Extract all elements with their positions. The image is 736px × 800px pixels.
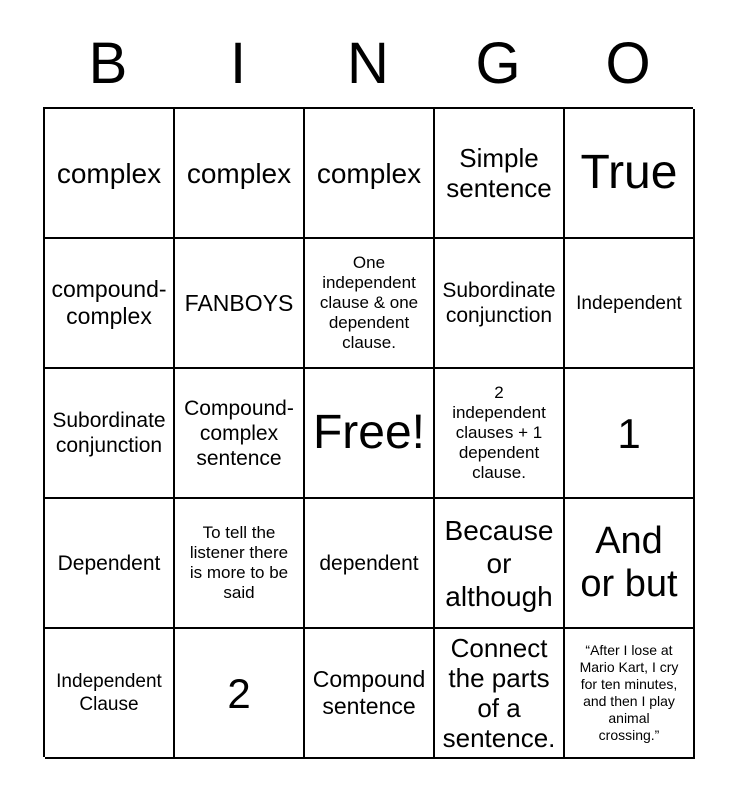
bingo-cell-label: Simple sentence [446,143,552,203]
bingo-cell-label: 2 [227,669,251,717]
bingo-cell[interactable]: Subordinate conjunction [45,369,175,499]
bingo-cell-label: “After I lose at Mario Kart, I cry for t… [579,642,679,743]
bingo-cell[interactable]: Dependent [45,499,175,629]
bingo-cell[interactable]: Because or although [435,499,565,629]
bingo-cell[interactable]: Compound- complex sentence [175,369,305,499]
bingo-cell[interactable]: FANBOYS [175,239,305,369]
bingo-cell[interactable]: compound- complex [45,239,175,369]
bingo-header-letter-n: N [347,31,389,96]
bingo-cell-label: Subordinate conjunction [52,409,166,457]
bingo-cell[interactable]: Subordinate conjunction [435,239,565,369]
bingo-header-letter-b: B [88,31,128,96]
bingo-cell-label: Compound sentence [312,666,426,719]
bingo-cell[interactable]: “After I lose at Mario Kart, I cry for t… [565,629,695,759]
bingo-cell-label: Connect the parts of a sentence. [442,633,556,753]
bingo-cell-label: Independent [576,292,682,314]
bingo-free-space-label: Free! [312,406,426,459]
bingo-header-letter-i: I [229,31,247,96]
bingo-cell[interactable]: complex [175,109,305,239]
bingo-cell[interactable]: One independent clause & one dependent c… [305,239,435,369]
bingo-cell[interactable]: To tell the listener there is more to be… [175,499,305,629]
bingo-cell-label: complex [316,157,422,189]
bingo-cell[interactable]: 1 [565,369,695,499]
bingo-header-letter-g: G [475,31,521,96]
bingo-cell[interactable]: complex [305,109,435,239]
bingo-cell[interactable]: Connect the parts of a sentence. [435,629,565,759]
bingo-cell-label: complex [186,157,292,189]
bingo-cell[interactable]: Independent Clause [45,629,175,759]
bingo-cell-label: Compound- complex sentence [184,396,294,470]
bingo-cell-label: Because or although [444,514,554,612]
bingo-cell[interactable]: 2 [175,629,305,759]
bingo-cell-label: One independent clause & one dependent c… [319,253,419,352]
bingo-cell-label: Subordinate conjunction [442,279,556,327]
bingo-cell[interactable]: complex [45,109,175,239]
bingo-grid: complex complex complex Simple sentence … [43,107,695,759]
bingo-cell[interactable]: Simple sentence [435,109,565,239]
bingo-cell-free-space[interactable]: Free! [305,369,435,499]
bingo-header-letter-o: O [605,31,651,96]
bingo-cell[interactable]: Compound sentence [305,629,435,759]
bingo-cell[interactable]: 2 independent clauses + 1 dependent clau… [435,369,565,499]
bingo-cell-label: Independent Clause [56,671,162,715]
bingo-cell-label: And or but [580,520,678,605]
bingo-cell-label: To tell the listener there is more to be… [189,523,289,602]
bingo-cell-label: complex [56,157,162,189]
bingo-card: B I N G O complex complex complex Simple… [0,0,736,800]
bingo-cell[interactable]: True [565,109,695,239]
bingo-cell-label: 1 [617,409,641,457]
bingo-cell-label: dependent [319,551,419,575]
bingo-cell[interactable]: And or but [565,499,695,629]
bingo-cell-label: FANBOYS [184,289,294,316]
bingo-cell-label: True [580,146,678,199]
bingo-header: B I N G O [43,26,693,102]
bingo-cell[interactable]: Independent [565,239,695,369]
bingo-cell-label: Dependent [57,551,161,575]
bingo-cell-label: compound- complex [51,276,167,329]
bingo-cell-label: 2 independent clauses + 1 dependent clau… [452,383,546,482]
bingo-cell[interactable]: dependent [305,499,435,629]
